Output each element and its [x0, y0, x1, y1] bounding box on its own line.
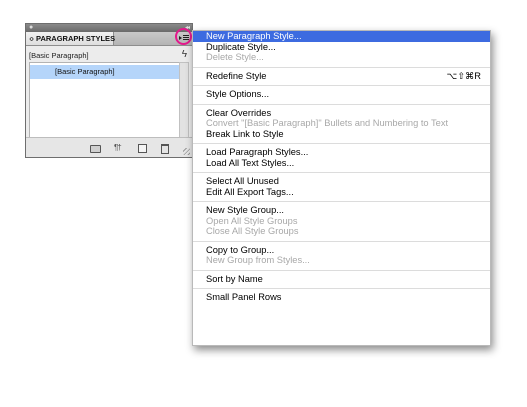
- menu-item-select-all-unused[interactable]: Select All Unused: [193, 176, 490, 187]
- paragraph-styles-panel: ● ◂◂ ≎ PARAGRAPH STYLES [Basic Paragraph]…: [25, 23, 193, 158]
- menu-separator: [193, 103, 490, 105]
- menu-item-new-style-group[interactable]: New Style Group...: [193, 205, 490, 216]
- menu-item-label: Redefine Style: [206, 70, 267, 81]
- menu-separator: [193, 172, 490, 173]
- menu-item-convert-bullets[interactable]: Convert "[Basic Paragraph]" Bullets and …: [193, 118, 490, 129]
- menu-item-sort-by-name[interactable]: Sort by Name: [193, 274, 490, 285]
- menu-separator: [193, 240, 490, 242]
- panel-menu-arrow-icon: [179, 36, 182, 40]
- panel-flyout-menu: New Paragraph Style... Duplicate Style..…: [192, 30, 491, 346]
- panel-collapse-icon[interactable]: ◂◂: [185, 25, 190, 31]
- resize-grip-icon[interactable]: [183, 148, 190, 155]
- tab-paragraph-styles[interactable]: ≎ PARAGRAPH STYLES: [26, 32, 116, 45]
- menu-item-new-paragraph-style[interactable]: New Paragraph Style...: [193, 31, 490, 42]
- panel-menu-button[interactable]: [179, 33, 190, 43]
- menu-separator: [193, 201, 490, 202]
- tab-toggle-icon: ≎: [29, 37, 35, 43]
- menu-separator: [193, 143, 490, 144]
- style-list: [Basic Paragraph]: [29, 62, 180, 138]
- menu-shortcut: ⌥⇧⌘R: [446, 70, 481, 81]
- menu-item-open-style-groups[interactable]: Open All Style Groups: [193, 216, 490, 227]
- panel-tab-strip: ≎ PARAGRAPH STYLES: [26, 32, 192, 46]
- panel-title-bar: ● ◂◂: [26, 24, 192, 32]
- new-style-group-icon[interactable]: [90, 145, 101, 153]
- panel-footer: ¶†: [26, 137, 192, 157]
- menu-item-duplicate-style[interactable]: Duplicate Style...: [193, 42, 490, 53]
- scrollbar[interactable]: [179, 62, 189, 138]
- menu-item-delete-style[interactable]: Delete Style...: [193, 52, 490, 63]
- tab-label: PARAGRAPH STYLES: [36, 34, 116, 43]
- menu-item-close-style-groups[interactable]: Close All Style Groups: [193, 226, 490, 237]
- menu-separator: [193, 85, 490, 86]
- current-style-label: [Basic Paragraph]: [29, 51, 89, 60]
- style-list-item[interactable]: [Basic Paragraph]: [30, 65, 179, 79]
- menu-item-new-group-from-styles[interactable]: New Group from Styles...: [193, 255, 490, 266]
- trash-icon[interactable]: [161, 144, 169, 154]
- lightning-icon[interactable]: ϟ: [182, 49, 187, 60]
- panel-close-icon[interactable]: ●: [29, 24, 33, 31]
- menu-item-edit-export-tags[interactable]: Edit All Export Tags...: [193, 187, 490, 198]
- menu-separator: [193, 66, 490, 68]
- menu-separator: [193, 269, 490, 271]
- menu-item-small-panel-rows[interactable]: Small Panel Rows: [193, 292, 490, 303]
- menu-item-copy-to-group[interactable]: Copy to Group...: [193, 245, 490, 256]
- menu-item-style-options[interactable]: Style Options...: [193, 89, 490, 100]
- new-style-icon[interactable]: [138, 144, 147, 153]
- clear-overrides-icon[interactable]: ¶†: [114, 143, 122, 152]
- menu-item-load-all-text-styles[interactable]: Load All Text Styles...: [193, 158, 490, 169]
- menu-item-redefine-style[interactable]: Redefine Style ⌥⇧⌘R: [193, 71, 490, 82]
- menu-item-break-link[interactable]: Break Link to Style: [193, 129, 490, 140]
- menu-item-load-paragraph-styles[interactable]: Load Paragraph Styles...: [193, 147, 490, 158]
- panel-menu-lines-icon: [183, 35, 189, 41]
- menu-item-clear-overrides[interactable]: Clear Overrides: [193, 108, 490, 119]
- menu-separator: [193, 288, 490, 289]
